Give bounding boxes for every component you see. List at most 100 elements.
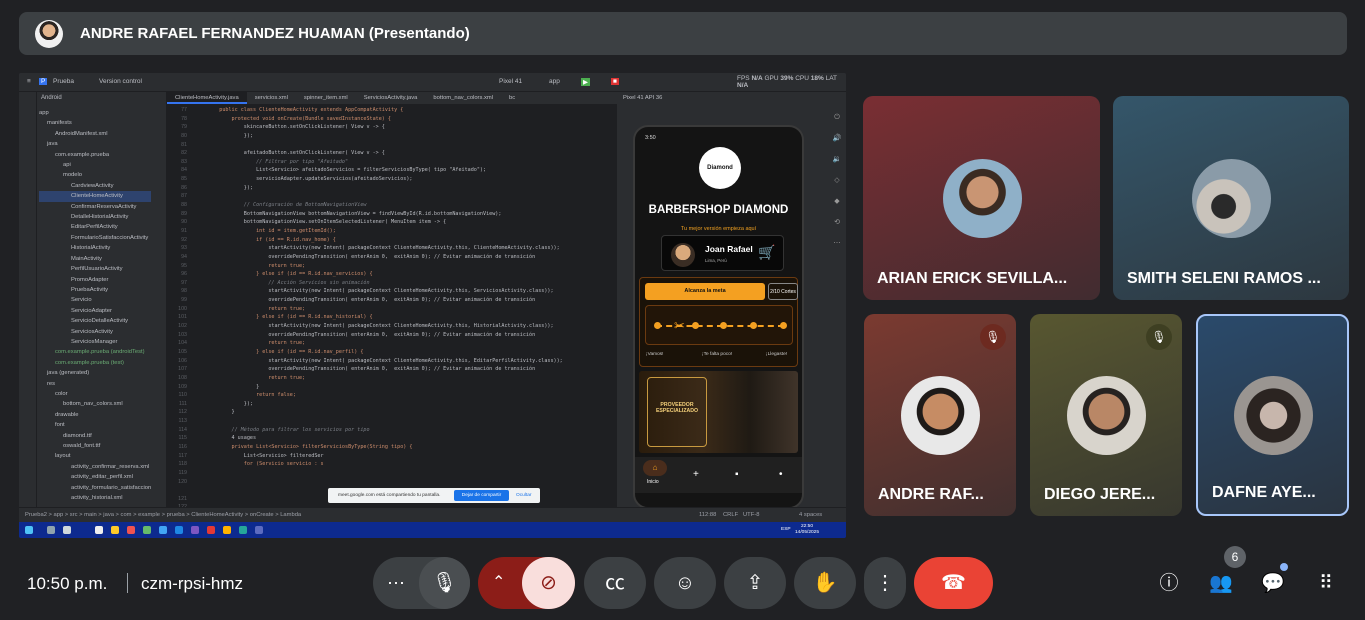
captions-icon[interactable]: ㏄ — [584, 557, 646, 609]
project-tree-item[interactable]: manifests — [39, 118, 151, 128]
chat-icon[interactable]: 💬 — [1258, 569, 1288, 599]
editor-tab[interactable]: bottom_nav_colors.xml — [425, 92, 501, 104]
raise-hand-icon[interactable]: ✋ — [794, 557, 856, 609]
project-tree-item[interactable]: font — [39, 420, 151, 430]
editor-tab[interactable]: ClienteHomeActivity.java — [167, 92, 247, 104]
chevron-up-icon[interactable]: ⌃ — [492, 557, 505, 609]
more-options-icon[interactable]: ⋮ — [864, 557, 906, 609]
participant-tile[interactable]: 🎙 ANDRE RAF... — [864, 314, 1016, 516]
meeting-info-icon[interactable]: ⓘ — [1154, 569, 1184, 599]
editor-tab[interactable]: spinner_item.xml — [296, 92, 356, 104]
cart-icon[interactable]: 🛒 — [758, 244, 775, 261]
project-tree-item[interactable]: CardviewActivity — [39, 181, 151, 191]
project-tree-item[interactable]: activity_confirmar_reserva.xml — [39, 462, 151, 472]
stop-sharing-button[interactable]: Dejar de compartir — [454, 490, 509, 501]
stop-icon[interactable]: ■ — [611, 78, 619, 85]
taskbar-app-icon[interactable] — [95, 526, 103, 534]
project-tree-item[interactable]: bottom_nav_colors.xml — [39, 399, 151, 409]
end-call-icon[interactable]: ☎ — [914, 557, 993, 609]
editor-tab[interactable]: ServiciosActivity.java — [356, 92, 426, 104]
project-tree-item[interactable]: DetalleHistorialActivity — [39, 212, 151, 222]
project-tree-item[interactable]: com.example.prueba (androidTest) — [39, 347, 151, 357]
run-icon[interactable]: ▶ — [581, 78, 590, 86]
taskbar-app-icon[interactable] — [143, 526, 151, 534]
taskbar-app-icon[interactable] — [111, 526, 119, 534]
caret-position[interactable]: 112:88 — [699, 512, 716, 518]
project-tree-item[interactable]: oswald_font.ttf — [39, 441, 151, 451]
indent-setting[interactable]: 4 spaces — [799, 512, 822, 518]
user-card[interactable]: Joan Rafael Lima, Perú 🛒 — [661, 235, 784, 271]
project-tree-item[interactable]: EditarPerfilActivity — [39, 222, 151, 232]
meeting-code[interactable]: czm-rpsi-hmz — [141, 574, 243, 594]
project-tree-item[interactable]: activity_editar_perfil.xml — [39, 472, 151, 482]
history-icon[interactable]: ▪ — [735, 469, 739, 480]
project-tree-item[interactable]: ServiciosManager — [39, 337, 151, 347]
taskbar-app-icon[interactable] — [47, 526, 55, 534]
taskbar-lang[interactable]: ESP — [781, 527, 791, 532]
project-tree-item[interactable]: ServicioAdapter — [39, 306, 151, 316]
project-tree-item[interactable]: activity_formulario_satisfaccion — [39, 483, 151, 493]
participant-tile-active[interactable]: DAFNE AYE... — [1196, 314, 1349, 516]
people-icon[interactable]: 👥 — [1206, 569, 1236, 599]
project-tree-item[interactable]: ServiciosActivity — [39, 327, 151, 337]
menu-icon[interactable]: ≡ — [27, 78, 31, 85]
participant-tile[interactable]: SMITH SELENI RAMOS ... — [1113, 96, 1349, 300]
project-tree-item[interactable]: java (generated) — [39, 368, 151, 378]
project-tree-item[interactable]: res — [39, 379, 151, 389]
project-tree-item[interactable]: PruebaActivity — [39, 285, 151, 295]
profile-icon[interactable]: • — [779, 469, 783, 480]
project-tree-item[interactable]: MainActivity — [39, 254, 151, 264]
project-tree-item[interactable]: diamond.ttf — [39, 431, 151, 441]
add-icon[interactable]: + — [693, 469, 699, 480]
taskbar-app-icon[interactable] — [63, 526, 71, 534]
goal-button[interactable]: Alcanza la meta — [645, 283, 765, 300]
project-view-selector[interactable]: Android — [41, 95, 62, 101]
vcs-menu[interactable]: Version control — [99, 78, 142, 85]
project-tree-item[interactable]: Servicio — [39, 295, 151, 305]
code-area[interactable]: public class ClienteHomeActivity extends… — [207, 106, 562, 469]
taskbar-app-icon[interactable] — [159, 526, 167, 534]
taskbar-app-icon[interactable] — [255, 526, 263, 534]
device-selector[interactable]: Pixel 41 — [499, 78, 522, 85]
project-tree-item[interactable]: com.example.prueba (test) — [39, 358, 151, 368]
hide-notice-button[interactable]: Ocultar — [516, 493, 531, 498]
windows-start-icon[interactable] — [25, 526, 33, 534]
project-tree-item[interactable]: FormularioSatisfaccionActivity — [39, 233, 151, 243]
project-tree-item[interactable]: api — [39, 160, 151, 170]
project-tree-item[interactable]: PerfilUsuarioActivity — [39, 264, 151, 274]
taskbar-app-icon[interactable] — [191, 526, 199, 534]
emoji-icon[interactable]: ☺ — [654, 557, 716, 609]
project-tree-item[interactable]: app — [39, 108, 151, 118]
project-tree-item[interactable]: java — [39, 139, 151, 149]
project-tree-item[interactable]: color — [39, 389, 151, 399]
taskbar-app-icon[interactable] — [175, 526, 183, 534]
line-separator[interactable]: CRLF — [723, 512, 738, 518]
project-tree-item[interactable]: ClienteHomeActivity — [39, 191, 152, 202]
editor-tab[interactable]: servicios.xml — [247, 92, 296, 104]
camera-off-icon[interactable]: ⊘ — [522, 557, 575, 609]
project-tree-item[interactable]: activity_historial.xml — [39, 493, 151, 503]
present-screen-icon[interactable]: ⇪ — [724, 557, 786, 609]
project-tree-item[interactable]: com.example.prueba — [39, 150, 151, 160]
taskbar-clock[interactable]: 22:50 14/05/2025 — [795, 524, 819, 536]
home-icon[interactable]: ⌂ — [643, 460, 667, 476]
editor-tab[interactable]: bc — [501, 92, 523, 104]
app-selector[interactable]: app — [549, 78, 560, 85]
participant-tile[interactable]: 🎙 DIEGO JERE... — [1030, 314, 1182, 516]
nav-home-label[interactable]: Inicio — [647, 479, 659, 485]
phone-frame[interactable]: 3:50 Diamond BARBERSHOP DIAMOND Tu mejor… — [633, 125, 804, 509]
project-name[interactable]: Prueba — [53, 78, 74, 85]
activities-icon[interactable]: ⠿ — [1311, 569, 1341, 599]
taskbar-app-icon[interactable] — [223, 526, 231, 534]
taskbar-app-icon[interactable] — [127, 526, 135, 534]
promo-banner[interactable]: PROVEEDOR ESPECIALIZADO — [639, 371, 798, 453]
microphone-icon[interactable]: 🎙 — [419, 557, 470, 609]
project-tree-item[interactable]: HistorialActivity — [39, 243, 151, 253]
file-encoding[interactable]: UTF-8 — [743, 512, 759, 518]
taskbar-app-icon[interactable] — [207, 526, 215, 534]
audio-options-icon[interactable]: ⋯ — [387, 557, 405, 609]
project-tree-item[interactable]: modelo — [39, 170, 151, 180]
project-tree-item[interactable]: drawable — [39, 410, 151, 420]
taskbar-app-icon[interactable] — [239, 526, 247, 534]
project-tree-item[interactable]: AndroidManifest.xml — [39, 129, 151, 139]
